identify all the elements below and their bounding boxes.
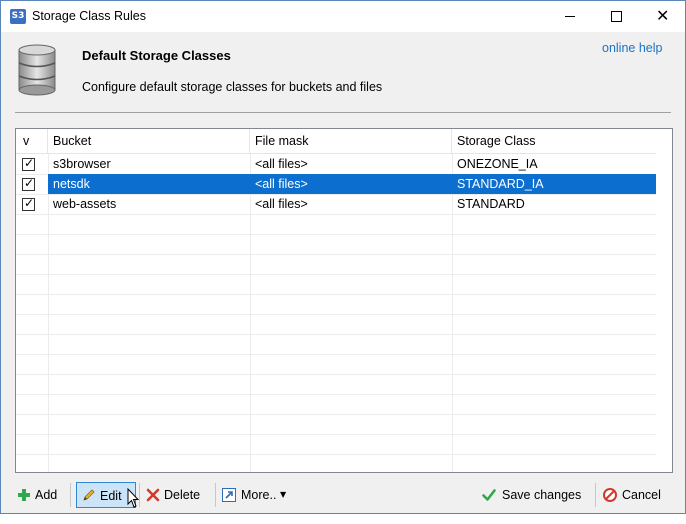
x-icon xyxy=(146,488,160,502)
toolbar-separator xyxy=(595,483,596,507)
app-icon: S3 xyxy=(10,9,26,24)
plus-icon xyxy=(18,489,30,501)
storage-class-cell: STANDARD_IA xyxy=(452,174,656,194)
table-row[interactable]: ✓ s3browser <all files> ONEZONE_IA xyxy=(16,154,656,174)
bucket-cell: s3browser xyxy=(53,157,111,171)
title-bar[interactable]: S3 Storage Class Rules ✕ xyxy=(1,1,685,32)
save-changes-button[interactable]: Save changes xyxy=(481,482,583,508)
add-button[interactable]: Add xyxy=(15,482,65,508)
vertical-scrollbar-area xyxy=(656,129,672,472)
file-mask-cell: <all files> xyxy=(250,174,452,194)
cancel-label: Cancel xyxy=(622,488,661,502)
column-header-enabled[interactable]: v xyxy=(16,129,48,153)
close-icon: ✕ xyxy=(656,6,670,25)
column-header-storage-class[interactable]: Storage Class xyxy=(452,129,656,153)
file-mask-cell: <all files> xyxy=(255,157,308,171)
add-label: Add xyxy=(35,488,58,502)
checkmark-icon: ✓ xyxy=(24,176,35,190)
more-label: More.. xyxy=(241,488,277,502)
maximize-icon xyxy=(611,11,622,22)
rule-enabled-checkbox[interactable]: ✓ xyxy=(22,196,35,211)
checkmark-icon xyxy=(482,489,496,501)
chevron-down-icon: ▼ xyxy=(280,490,287,499)
more-dropdown-button[interactable]: More.. ▼ xyxy=(221,482,291,508)
storage-class-cell: STANDARD xyxy=(457,197,525,211)
delete-button[interactable]: Delete xyxy=(145,482,209,508)
cancel-button[interactable]: Cancel xyxy=(602,482,664,508)
header-divider xyxy=(15,112,671,113)
file-mask-cell: <all files> xyxy=(255,197,308,211)
arrow-icon xyxy=(222,488,236,502)
bucket-cell: netsdk xyxy=(48,174,250,194)
table-row-selected[interactable]: ✓ netsdk <all files> STANDARD_IA xyxy=(16,174,656,194)
header-description: Configure default storage classes for bu… xyxy=(82,80,383,94)
toolbar-separator xyxy=(139,483,140,507)
no-entry-icon xyxy=(603,488,617,502)
online-help-link[interactable]: online help xyxy=(602,41,662,55)
toolbar-separator xyxy=(215,483,216,507)
header-title: Default Storage Classes xyxy=(82,48,231,63)
minimize-button[interactable] xyxy=(547,1,593,32)
bucket-cell: web-assets xyxy=(53,197,117,211)
bottom-toolbar: Add Edit Delete More.. ▼ Save changes Ca… xyxy=(1,473,685,513)
minimize-icon xyxy=(565,16,575,17)
checkmark-icon: ✓ xyxy=(24,156,35,170)
edit-label: Edit xyxy=(100,489,122,503)
toolbar-separator xyxy=(70,483,71,507)
delete-label: Delete xyxy=(164,488,201,502)
storage-class-cell: ONEZONE_IA xyxy=(457,157,538,171)
checkmark-icon: ✓ xyxy=(24,196,35,210)
pencil-icon xyxy=(83,489,95,501)
storage-class-rules-dialog: S3 Storage Class Rules ✕ Default Storage… xyxy=(0,0,686,514)
close-button[interactable]: ✕ xyxy=(639,1,685,32)
database-icon xyxy=(18,44,56,96)
rule-enabled-checkbox[interactable]: ✓ xyxy=(22,176,35,191)
window-title: Storage Class Rules xyxy=(32,9,146,23)
table-row[interactable]: ✓ web-assets <all files> STANDARD xyxy=(16,194,656,214)
column-header-bucket[interactable]: Bucket xyxy=(48,129,250,153)
save-changes-label: Save changes xyxy=(502,488,582,502)
maximize-button[interactable] xyxy=(593,1,639,32)
column-header-file-mask[interactable]: File mask xyxy=(250,129,452,153)
dialog-header: Default Storage Classes Configure defaul… xyxy=(1,32,685,113)
grid-header: v Bucket File mask Storage Class xyxy=(16,129,672,154)
rule-enabled-checkbox[interactable]: ✓ xyxy=(22,156,35,171)
rules-grid[interactable]: v Bucket File mask Storage Class ✓ s3bro… xyxy=(15,128,673,473)
